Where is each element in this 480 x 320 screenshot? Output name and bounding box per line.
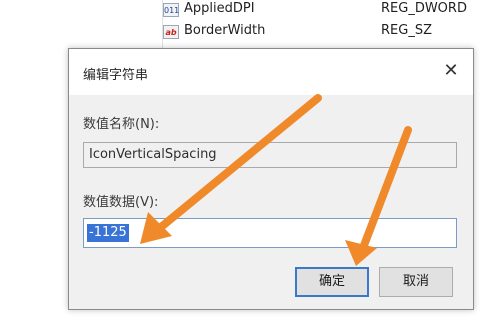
value-data-selected-text: -1125 bbox=[87, 224, 129, 242]
registry-row[interactable]: ab BorderWidth REG_SZ bbox=[150, 22, 480, 44]
edit-string-dialog: 编辑字符串 ✕ 数值名称(N): IconVerticalSpacing 数值数… bbox=[68, 48, 474, 310]
dialog-title: 编辑字符串 bbox=[83, 68, 149, 83]
string-value-icon: ab bbox=[163, 25, 179, 39]
close-icon[interactable]: ✕ bbox=[441, 61, 461, 81]
value-data-label: 数值数据(V): bbox=[83, 195, 159, 210]
value-name-label: 数值名称(N): bbox=[83, 117, 160, 132]
registry-value-list: 011 AppliedDPI REG_DWORD ab BorderWidth … bbox=[150, 0, 480, 52]
registry-value-type: REG_DWORD bbox=[381, 1, 467, 16]
registry-row[interactable]: 011 AppliedDPI REG_DWORD bbox=[150, 0, 480, 22]
value-data-input[interactable]: -1125 bbox=[83, 218, 457, 248]
cancel-button[interactable]: 取消 bbox=[379, 267, 453, 297]
ok-button[interactable]: 确定 bbox=[295, 267, 369, 297]
registry-value-type: REG_SZ bbox=[381, 23, 432, 38]
value-name-field: IconVerticalSpacing bbox=[83, 142, 457, 168]
binary-value-icon: 011 bbox=[163, 3, 179, 17]
registry-value-name: BorderWidth bbox=[184, 23, 266, 38]
dialog-titlebar: 编辑字符串 ✕ bbox=[69, 49, 473, 95]
registry-value-name: AppliedDPI bbox=[184, 1, 255, 16]
